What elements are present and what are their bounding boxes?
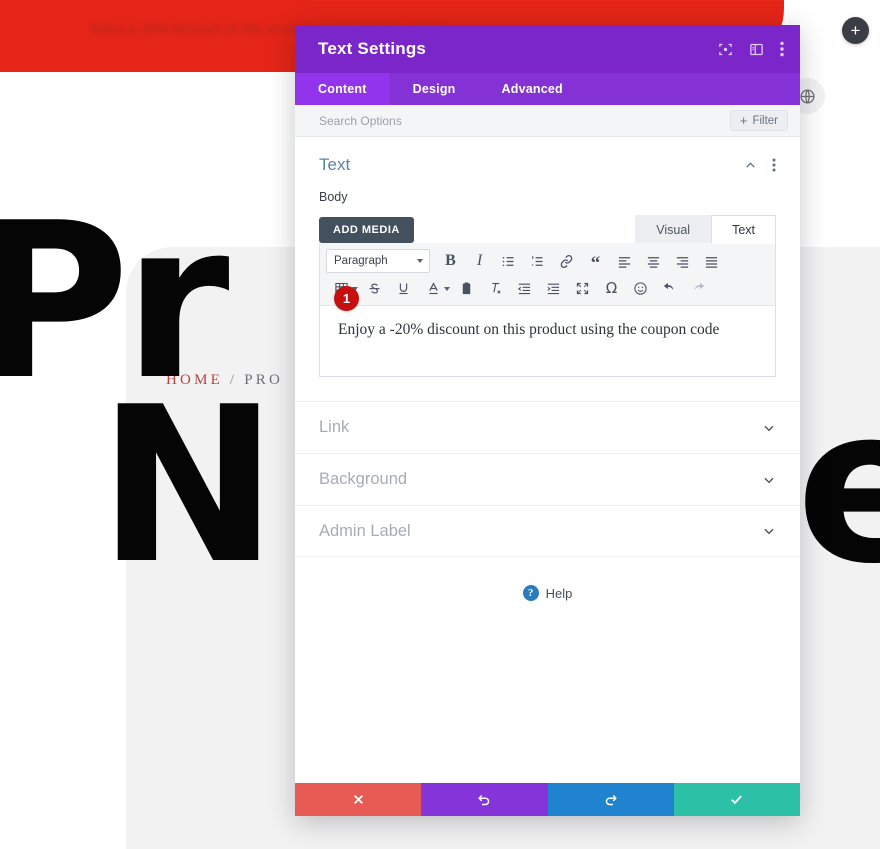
undo-button[interactable] xyxy=(421,783,548,816)
outdent-icon[interactable] xyxy=(510,276,539,300)
section-link[interactable]: Link xyxy=(295,401,800,453)
emoji-icon[interactable] xyxy=(626,276,655,300)
align-left-icon[interactable] xyxy=(610,249,639,273)
tab-content[interactable]: Content xyxy=(295,73,390,105)
chevron-down-icon xyxy=(762,421,776,435)
panel-body: Text Body ADD MEDIA Visual Text Paragrap… xyxy=(295,137,800,783)
step-badge: 1 xyxy=(334,286,359,311)
hero-title-line-2-text: N xyxy=(98,360,278,611)
align-justify-icon[interactable] xyxy=(697,249,726,273)
bold-icon[interactable]: B xyxy=(436,249,465,273)
layout-panel-icon[interactable] xyxy=(749,42,764,57)
filter-button-label: Filter xyxy=(752,114,778,127)
screen: Enjoy a -20% discount on this product us… xyxy=(0,0,880,849)
text-section-actions xyxy=(744,158,776,172)
panel-tabs: Content Design Advanced xyxy=(295,73,800,105)
text-section-title: Text xyxy=(319,155,351,174)
editor-content-area[interactable]: 1 Enjoy a -20% discount on this product … xyxy=(320,286,775,376)
hero-title-line-2: Ne xyxy=(98,378,880,593)
panel-header-actions xyxy=(718,41,784,57)
add-module-label: + xyxy=(850,21,861,40)
tab-visual-editor[interactable]: Visual xyxy=(635,215,712,243)
text-settings-panel: Text Settings Content Design Advanced Se… xyxy=(295,25,800,816)
editor-toolbar-row-1: Paragraph B I “ xyxy=(326,249,769,273)
blockquote-icon[interactable]: “ xyxy=(581,249,610,273)
tab-text-editor[interactable]: Text xyxy=(711,215,776,244)
search-options-bar: + Filter xyxy=(295,105,800,137)
editor-toolbar: Paragraph B I “ Ω xyxy=(320,243,775,306)
chevron-up-icon[interactable] xyxy=(744,159,757,172)
more-options-icon[interactable] xyxy=(780,41,784,57)
redo-icon[interactable] xyxy=(684,276,713,300)
cancel-button[interactable] xyxy=(295,783,422,816)
collapsible-sections: Link Background Admin Label xyxy=(295,401,800,557)
panel-header: Text Settings xyxy=(295,25,800,73)
paste-as-text-icon[interactable] xyxy=(452,276,481,300)
clear-formatting-icon[interactable] xyxy=(481,276,510,300)
add-module-button[interactable]: + xyxy=(842,17,869,44)
help-circle-icon: ? xyxy=(522,585,539,601)
text-color-icon[interactable] xyxy=(418,276,452,300)
panel-title: Text Settings xyxy=(318,39,427,58)
redo-button[interactable] xyxy=(547,783,674,816)
tab-design[interactable]: Design xyxy=(390,73,479,105)
section-admin-label[interactable]: Admin Label xyxy=(295,505,800,557)
section-background-label: Background xyxy=(319,470,408,488)
underline-icon[interactable] xyxy=(389,276,418,300)
section-link-label: Link xyxy=(319,418,350,436)
link-icon[interactable] xyxy=(552,249,581,273)
bulleted-list-icon[interactable] xyxy=(494,249,523,273)
rich-text-editor: Paragraph B I “ Ω 1 Enjoy a -20% discoun… xyxy=(319,243,776,377)
paragraph-format-select[interactable]: Paragraph xyxy=(326,249,430,273)
undo-icon[interactable] xyxy=(655,276,684,300)
editor-body-text[interactable]: Enjoy a -20% discount on this product us… xyxy=(338,320,757,341)
text-section-header: Text xyxy=(319,155,776,175)
hero-title-line-2-tail: e xyxy=(796,360,880,611)
indent-icon[interactable] xyxy=(539,276,568,300)
fullscreen-editor-icon[interactable] xyxy=(568,276,597,300)
section-background[interactable]: Background xyxy=(295,453,800,505)
strikethrough-icon[interactable] xyxy=(360,276,389,300)
plus-icon: + xyxy=(739,113,748,128)
search-input[interactable] xyxy=(319,113,730,128)
editor-mode-tabs: Visual Text xyxy=(635,214,776,244)
body-field-label: Body xyxy=(319,190,348,204)
numbered-list-icon[interactable] xyxy=(523,249,552,273)
panel-footer xyxy=(295,783,800,816)
text-section: Text Body ADD MEDIA Visual Text Paragrap… xyxy=(295,137,800,377)
fullscreen-icon[interactable] xyxy=(718,42,733,57)
add-media-button[interactable]: ADD MEDIA xyxy=(319,217,414,243)
italic-icon[interactable]: I xyxy=(465,249,494,273)
special-character-icon[interactable]: Ω xyxy=(597,276,626,300)
chevron-down-icon xyxy=(762,473,776,487)
editor-top-row: ADD MEDIA Visual Text xyxy=(319,214,776,244)
editor-toolbar-row-2: Ω xyxy=(326,276,769,300)
save-button[interactable] xyxy=(673,783,800,816)
help-label: Help xyxy=(545,585,573,601)
align-right-icon[interactable] xyxy=(668,249,697,273)
align-center-icon[interactable] xyxy=(639,249,668,273)
section-admin-label-label: Admin Label xyxy=(319,521,411,540)
chevron-down-icon xyxy=(762,524,776,538)
help-link[interactable]: ? Help xyxy=(295,585,800,601)
filter-button[interactable]: + Filter xyxy=(729,110,788,131)
more-options-icon[interactable] xyxy=(772,158,776,172)
paragraph-format-select-wrap: Paragraph xyxy=(326,249,436,273)
tab-advanced[interactable]: Advanced xyxy=(479,73,586,105)
